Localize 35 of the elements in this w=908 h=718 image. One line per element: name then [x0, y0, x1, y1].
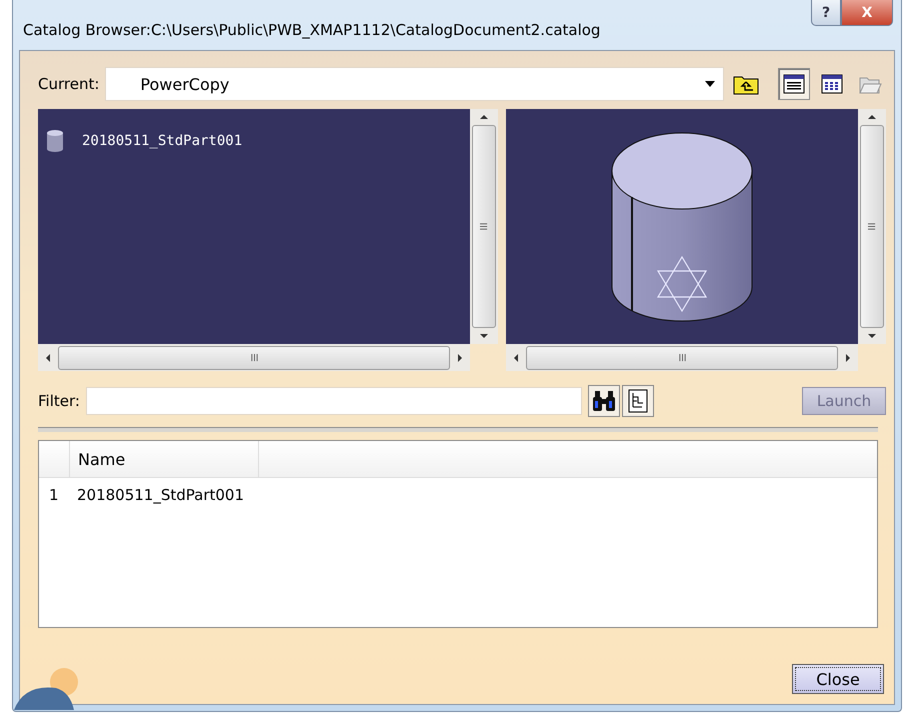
left-arrow-icon[interactable]: [512, 354, 520, 362]
filter-label: Filter:: [38, 392, 80, 410]
down-arrow-icon[interactable]: [868, 332, 876, 340]
tree-view-button[interactable]: [622, 385, 654, 417]
horizontal-scrollbar[interactable]: [506, 344, 858, 371]
cylinder-icon: [46, 129, 64, 153]
current-label: Current:: [38, 75, 100, 93]
scroll-thumb[interactable]: [526, 346, 838, 370]
scroll-thumb[interactable]: [472, 125, 496, 328]
grip-icon: [480, 222, 488, 231]
scroll-thumb[interactable]: [860, 125, 884, 328]
table-cell-text: 20180511_StdPart001: [76, 486, 244, 504]
list-view-button[interactable]: [778, 68, 810, 100]
vertical-scrollbar[interactable]: [858, 109, 886, 344]
up-arrow-icon[interactable]: [480, 113, 488, 121]
catalog-item[interactable]: 20180511_StdPart001: [46, 129, 462, 153]
horizontal-scrollbar[interactable]: [38, 344, 470, 371]
right-arrow-icon[interactable]: [456, 354, 464, 362]
vertical-scrollbar[interactable]: [470, 109, 498, 344]
close-dialog-button[interactable]: Close: [792, 664, 884, 694]
current-dropdown[interactable]: PowerCopy: [105, 67, 724, 101]
left-arrow-icon[interactable]: [44, 354, 52, 362]
help-button[interactable]: ?: [811, 0, 841, 26]
search-button[interactable]: [588, 385, 620, 417]
right-arrow-icon[interactable]: [844, 354, 852, 362]
scroll-thumb[interactable]: [58, 346, 450, 370]
filter-field[interactable]: [86, 387, 582, 415]
window-title: Catalog Browser:C:\Users\Public\PWB_XMAP1112\CatalogDocument2.catalog: [23, 21, 600, 39]
grip-icon: [678, 354, 686, 362]
up-arrow-icon[interactable]: [868, 113, 876, 121]
down-arrow-icon[interactable]: [480, 332, 488, 340]
caret-icon: [705, 81, 715, 87]
row-number: 1: [48, 486, 60, 504]
grip-icon: [868, 222, 876, 231]
grip-icon: [250, 354, 258, 362]
